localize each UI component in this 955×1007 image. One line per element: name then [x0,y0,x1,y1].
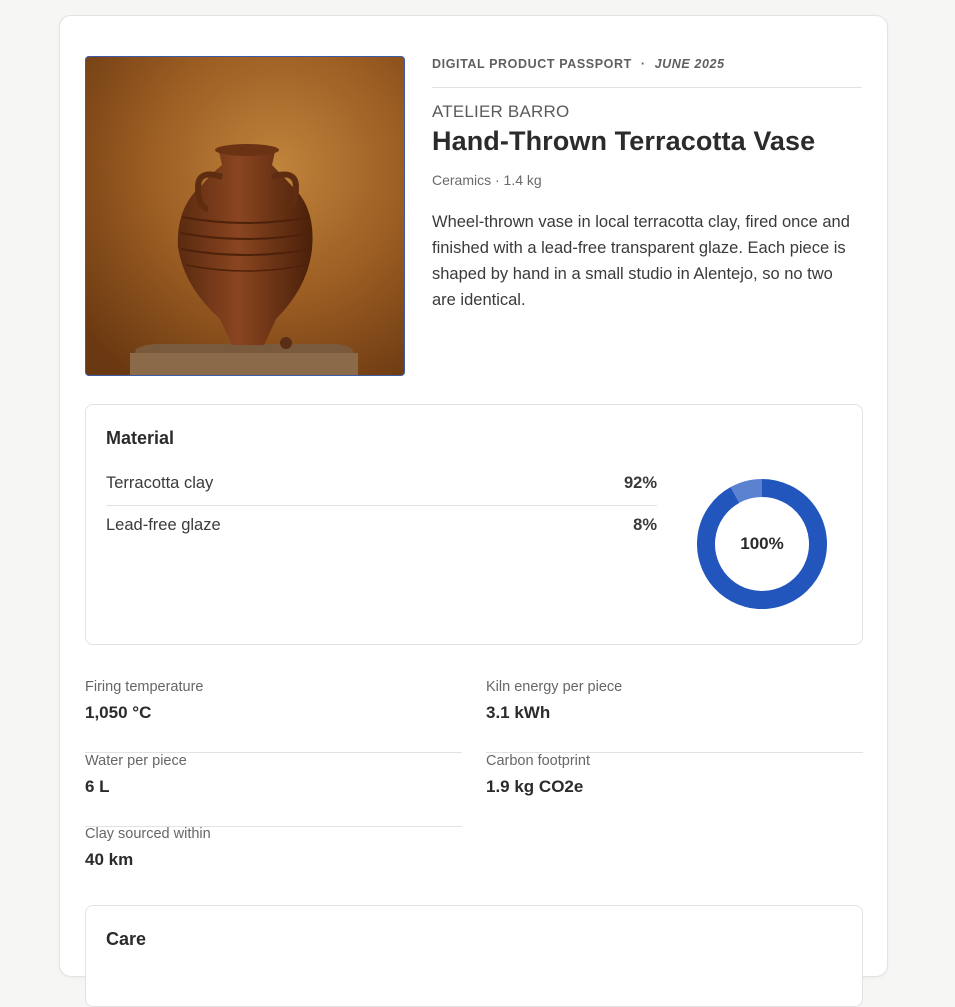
care-panel: Care [85,905,863,1007]
spec-label: Clay sourced within [85,826,211,842]
vase-image [86,57,404,375]
meta-divider [432,87,862,88]
spec-label: Carbon footprint [486,753,590,769]
material-title: Material [106,428,175,448]
product-title: Hand-Thrown Terracotta Vase [432,126,816,156]
spec-value: 3.1 kWh [486,703,551,722]
spec-clay-sourced: Clay sourced within 40 km [85,826,462,899]
material-row: Terracotta clay 92% [106,463,657,506]
product-subtitle: Ceramics · 1.4 kg [432,172,542,188]
spec-value: 1.9 kg CO2e [486,777,584,796]
passport-date: JUNE 2025 [654,57,725,71]
material-row: Lead-free glaze 8% [106,505,657,547]
donut-center-label: 100% [740,534,784,553]
material-percent: 92% [623,474,657,492]
material-panel: Material Terracotta clay 92% Lead-free g… [85,404,863,645]
product-description: Wheel-thrown vase in local terracotta cl… [432,213,850,309]
material-name: Terracotta clay [106,474,214,492]
spec-label: Kiln energy per piece [486,679,623,695]
care-title: Care [106,929,147,949]
spec-label: Firing temperature [85,679,204,695]
spec-water: Water per piece 6 L [85,753,462,827]
spec-value: 40 km [85,850,134,869]
material-name: Lead-free glaze [106,516,221,534]
brand-name: ATELIER BARRO [432,102,570,121]
product-photo [85,56,405,376]
meta-separator: · [640,57,646,71]
material-percent: 8% [633,516,657,534]
passport-card: DIGITAL PRODUCT PASSPORT · JUNE 2025 ATELI… [59,15,888,1007]
spec-value: 6 L [85,777,110,796]
spec-kiln-energy: Kiln energy per piece 3.1 kWh [486,679,863,753]
spec-label: Water per piece [85,753,187,769]
spec-firing-temperature: Firing temperature 1,050 °C [85,679,462,753]
spec-value: 1,050 °C [85,703,152,722]
passport-label: DIGITAL PRODUCT PASSPORT [432,57,632,71]
spec-carbon-footprint: Carbon footprint 1.9 kg CO2e [486,753,863,826]
passport-meta: DIGITAL PRODUCT PASSPORT · JUNE 2025 [432,57,862,71]
